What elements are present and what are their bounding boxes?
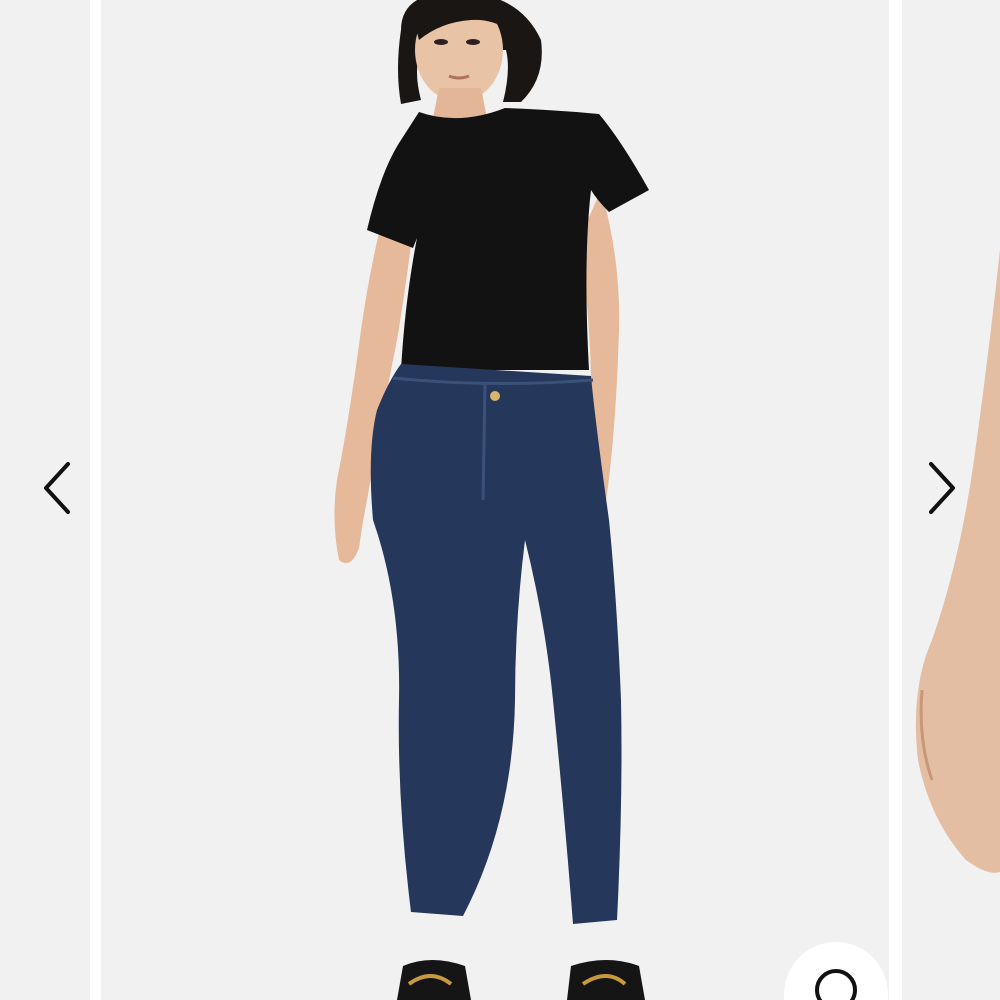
chevron-right-icon (925, 458, 961, 518)
product-photo (334, 0, 649, 1000)
chevron-left-icon (38, 458, 74, 518)
next-image-button[interactable] (913, 458, 973, 518)
previous-image-button[interactable] (26, 458, 86, 518)
search-icon (812, 942, 860, 1000)
product-image-carousel (0, 0, 1000, 1000)
current-slide-image[interactable] (101, 0, 889, 1000)
